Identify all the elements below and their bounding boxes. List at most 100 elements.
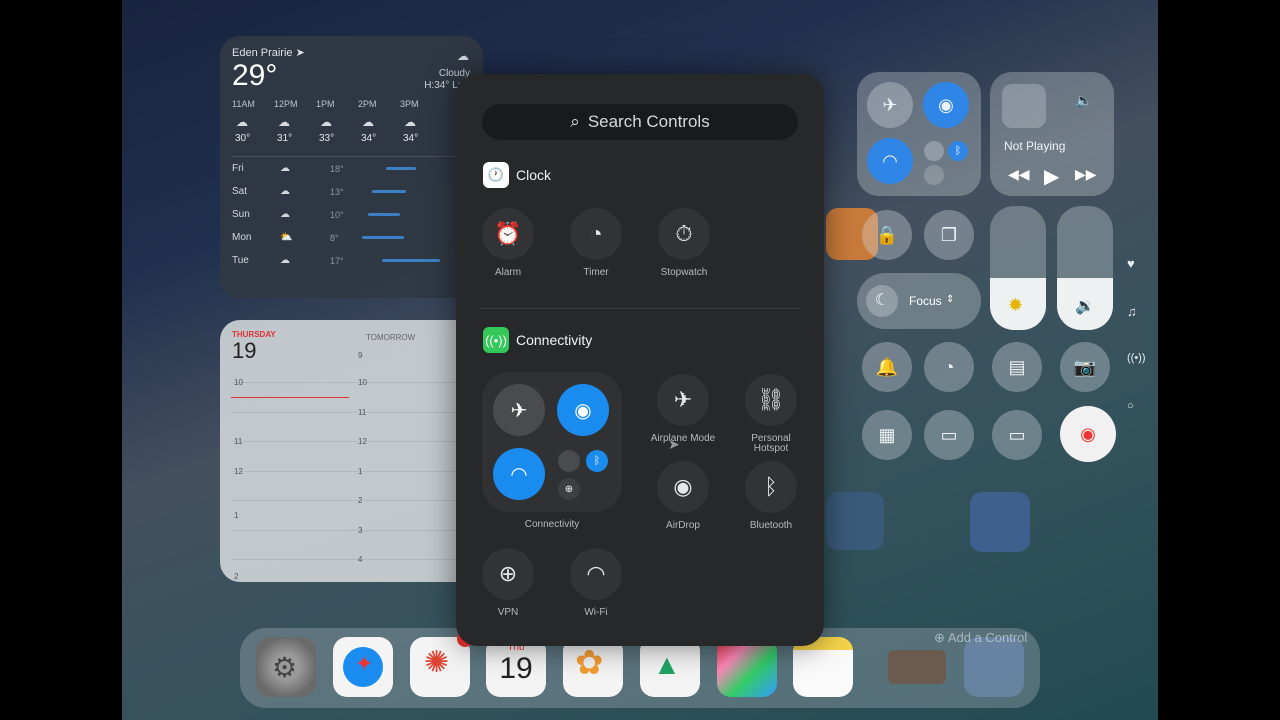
- bluetooth-label: Bluetooth: [749, 520, 793, 531]
- hour-temp: 31°: [277, 133, 293, 144]
- music-note-icon[interactable]: ♫: [1127, 304, 1137, 319]
- daily-forecast: Fri ☁ 18° Sat ☁ 13° Sun ☁ 10° Mon ⛅ 8° Tue ☁ 17°: [232, 156, 471, 272]
- recent-app-folder[interactable]: [964, 637, 1024, 697]
- hour-label-left: 10: [234, 378, 243, 387]
- recent-app-thumbnail[interactable]: [888, 650, 946, 684]
- next-track-icon[interactable]: ▶▶: [1075, 166, 1097, 183]
- bluetooth-control[interactable]: ᛒ Bluetooth: [731, 461, 811, 531]
- hour-item: 12PM ☁ 31°: [274, 99, 316, 144]
- airdrop-icon: ◉: [657, 461, 709, 513]
- stopwatch-control[interactable]: ⏱ Stopwatch: [644, 208, 724, 278]
- wifi-label: Wi-Fi: [584, 607, 608, 618]
- temp-range-bar: [382, 259, 440, 262]
- antenna-icon[interactable]: ((•)): [1127, 352, 1146, 364]
- volume-slider[interactable]: 🔉: [1057, 206, 1113, 330]
- hour-time: 3PM: [400, 99, 419, 109]
- now-playing-label: Not Playing: [1004, 139, 1066, 153]
- hour-time: 11AM: [232, 99, 255, 109]
- wifi-icon: ◠: [882, 150, 898, 171]
- day-row: Mon ⛅ 8°: [232, 226, 471, 249]
- hour-label-right: 12: [358, 437, 367, 446]
- wifi-control[interactable]: ◠ Wi-Fi: [556, 548, 636, 618]
- wifi-toggle[interactable]: ◠: [493, 448, 545, 500]
- alarm-icon: ⏰: [482, 208, 534, 260]
- cloud-icon: ☁: [280, 186, 290, 197]
- hourly-forecast: 11AM ☁ 30° 12PM ☁ 31° 1PM ☁ 33° 2PM ☁ 34° 3PM ☁ 34…: [232, 99, 471, 144]
- hour-temp: 34°: [361, 133, 377, 144]
- screen-recording-button[interactable]: ◉: [1060, 406, 1116, 462]
- brightness-slider[interactable]: ✹: [990, 206, 1046, 330]
- day-low: 10°: [330, 209, 344, 220]
- notes-app-icon[interactable]: [793, 637, 853, 697]
- photos-app-icon[interactable]: ✿: [563, 637, 623, 697]
- hour-label-left: 11: [234, 437, 243, 446]
- cellular-dot: [924, 141, 944, 161]
- search-placeholder: Search Controls: [587, 112, 710, 131]
- previous-track-icon[interactable]: ◀◀: [1008, 166, 1030, 183]
- stopwatch-icon: ⏱: [658, 208, 710, 260]
- bluetooth-button[interactable]: ᛒ: [948, 141, 968, 161]
- sun-icon: ✹: [1008, 295, 1024, 315]
- quick-note-button[interactable]: ▤: [992, 342, 1042, 392]
- airplay-audio-icon[interactable]: 🔈: [1075, 92, 1092, 109]
- airdrop-toggle[interactable]: ◉: [557, 384, 609, 436]
- search-controls-field[interactable]: ⌕ Search Controls: [482, 104, 798, 140]
- record-icon: ◉: [1080, 423, 1096, 444]
- calendar-hour-grid: 10 9 10 11 11 12 12 1 2 13 24: [231, 351, 472, 582]
- safari-app-icon[interactable]: ✦: [333, 637, 393, 697]
- plus-icon: ⊕: [934, 630, 945, 645]
- silent-mode-button[interactable]: 🔔: [862, 342, 912, 392]
- moon-icon: ☾: [866, 285, 898, 317]
- calendar-widget[interactable]: THURSDAY 19 TOMORROW 10 9 10 11 11 12 12 1 2…: [220, 320, 483, 582]
- day-name: Tue: [232, 255, 249, 266]
- hour-item: 1PM ☁ 33°: [316, 99, 358, 144]
- calculator-button[interactable]: ▦: [862, 410, 912, 460]
- connectivity-control-card[interactable]: ✈ ◉ ◠ ᛒ ⊕: [482, 372, 622, 512]
- alarm-control[interactable]: ⏰ Alarm: [468, 208, 548, 278]
- hour-label-right: 1: [358, 466, 363, 476]
- airplane-mode-control[interactable]: ✈ Airplane Mode: [643, 374, 723, 444]
- personal-hotspot-control[interactable]: ⛓ Personal Hotspot: [731, 374, 811, 454]
- timer-control[interactable]: ◔ Timer: [556, 208, 636, 278]
- day-low: 18°: [330, 163, 344, 174]
- hour-row: 24: [232, 555, 472, 582]
- connectivity-section-title: Connectivity: [516, 332, 593, 348]
- weather-widget[interactable]: Eden Prairie ➤ 29° ☁ Cloudy H:34° L:2° 1…: [220, 36, 483, 298]
- screen-mirroring-button[interactable]: ❐: [924, 210, 974, 260]
- personal-hotspot-label: Personal Hotspot: [751, 433, 791, 454]
- hour-label-right: 10: [358, 378, 367, 387]
- airdrop-button[interactable]: ◉: [923, 82, 969, 128]
- canvas-app-icon[interactable]: ✺: [410, 631, 473, 697]
- airplane-mode-button[interactable]: ✈: [867, 82, 913, 128]
- airplane-mode-toggle[interactable]: ✈: [493, 384, 545, 436]
- day-low: 13°: [330, 186, 344, 197]
- bluetooth-toggle[interactable]: ᛒ: [586, 450, 608, 472]
- timer-button[interactable]: ◔: [924, 342, 974, 392]
- camera-button[interactable]: 📷: [1060, 342, 1110, 392]
- wifi-button[interactable]: ◠: [867, 138, 913, 184]
- day-row: Fri ☁ 18°: [232, 157, 471, 180]
- vpn-toggle[interactable]: ⊕: [558, 478, 580, 500]
- page-indicator-icon[interactable]: ○: [1127, 400, 1134, 412]
- google-drive-app-icon[interactable]: ▲: [640, 637, 700, 697]
- partly-sunny-icon: ⛅: [280, 232, 293, 243]
- stopwatch-label: Stopwatch: [660, 267, 708, 278]
- play-icon[interactable]: ▶: [1044, 164, 1059, 189]
- orientation-lock-button[interactable]: 🔒: [862, 210, 912, 260]
- cellular-toggle[interactable]: [558, 450, 580, 472]
- calendar-app-icon[interactable]: Thu 19: [486, 637, 546, 697]
- airdrop-control[interactable]: ◉ AirDrop: [643, 461, 723, 531]
- cloud-icon: ☁: [457, 49, 469, 63]
- settings-app-icon[interactable]: ⚙: [256, 637, 316, 697]
- heart-icon[interactable]: ♥: [1127, 256, 1135, 271]
- stage-manager-button[interactable]: ▭: [924, 410, 974, 460]
- vpn-control[interactable]: ⊕ VPN: [468, 548, 548, 618]
- add-control-button[interactable]: ⊕ Add a Control: [934, 630, 1027, 646]
- cloud-icon: ☁: [280, 209, 290, 220]
- hour-label-right: 3: [358, 525, 363, 535]
- day-row: Sun ☁ 10°: [232, 203, 471, 226]
- airplane-icon: ✈: [510, 399, 528, 422]
- teams-app-icon[interactable]: [717, 637, 777, 697]
- low-power-button[interactable]: ▭: [992, 410, 1042, 460]
- hour-time: 1PM: [316, 99, 335, 109]
